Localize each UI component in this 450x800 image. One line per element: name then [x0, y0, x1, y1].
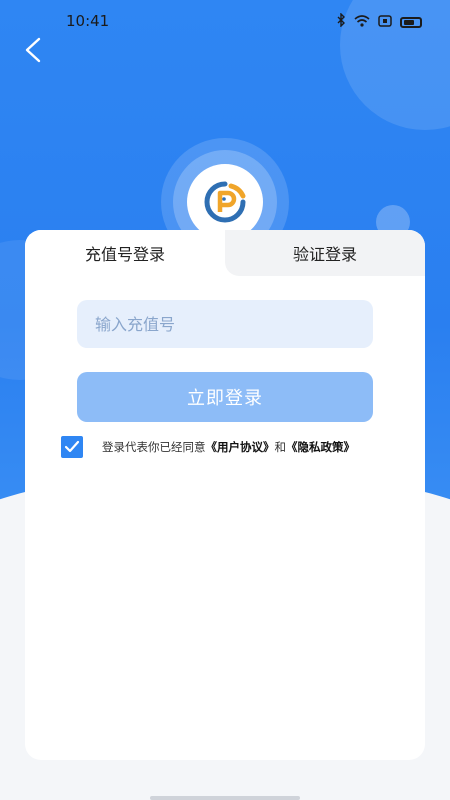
chevron-left-icon	[25, 37, 41, 63]
recharge-number-input[interactable]	[77, 300, 373, 348]
agreement-checkbox[interactable]	[61, 436, 83, 458]
status-time: 10:41	[66, 12, 110, 30]
wifi-icon	[354, 13, 370, 31]
login-button[interactable]: 立即登录	[77, 372, 373, 422]
battery-icon	[400, 16, 422, 28]
checkmark-icon	[64, 440, 80, 453]
tab-recharge-login[interactable]: 充值号登录	[25, 230, 225, 276]
app-logo-icon	[204, 181, 246, 223]
agreement-prefix: 登录代表你已经同意	[102, 440, 206, 454]
sim-icon	[378, 13, 392, 31]
status-bar: 10:41	[0, 0, 450, 44]
tab-verify-login[interactable]: 验证登录	[225, 230, 425, 276]
login-tabs: 充值号登录 验证登录	[25, 230, 425, 276]
user-agreement-link[interactable]: 《用户协议》	[206, 440, 275, 454]
login-card: 充值号登录 验证登录 立即登录 登录代表你已经同意《用户协议》和《隐私政策》	[25, 230, 425, 760]
bluetooth-icon	[336, 12, 346, 31]
app-logo	[187, 164, 263, 240]
agreement-row: 登录代表你已经同意《用户协议》和《隐私政策》	[61, 436, 411, 458]
home-indicator[interactable]	[150, 796, 300, 800]
status-icons	[336, 12, 422, 31]
privacy-policy-link[interactable]: 《隐私政策》	[286, 440, 355, 454]
agreement-conjunction: 和	[274, 440, 287, 454]
back-button[interactable]	[20, 36, 48, 64]
agreement-text: 登录代表你已经同意《用户协议》和《隐私政策》	[102, 439, 355, 455]
